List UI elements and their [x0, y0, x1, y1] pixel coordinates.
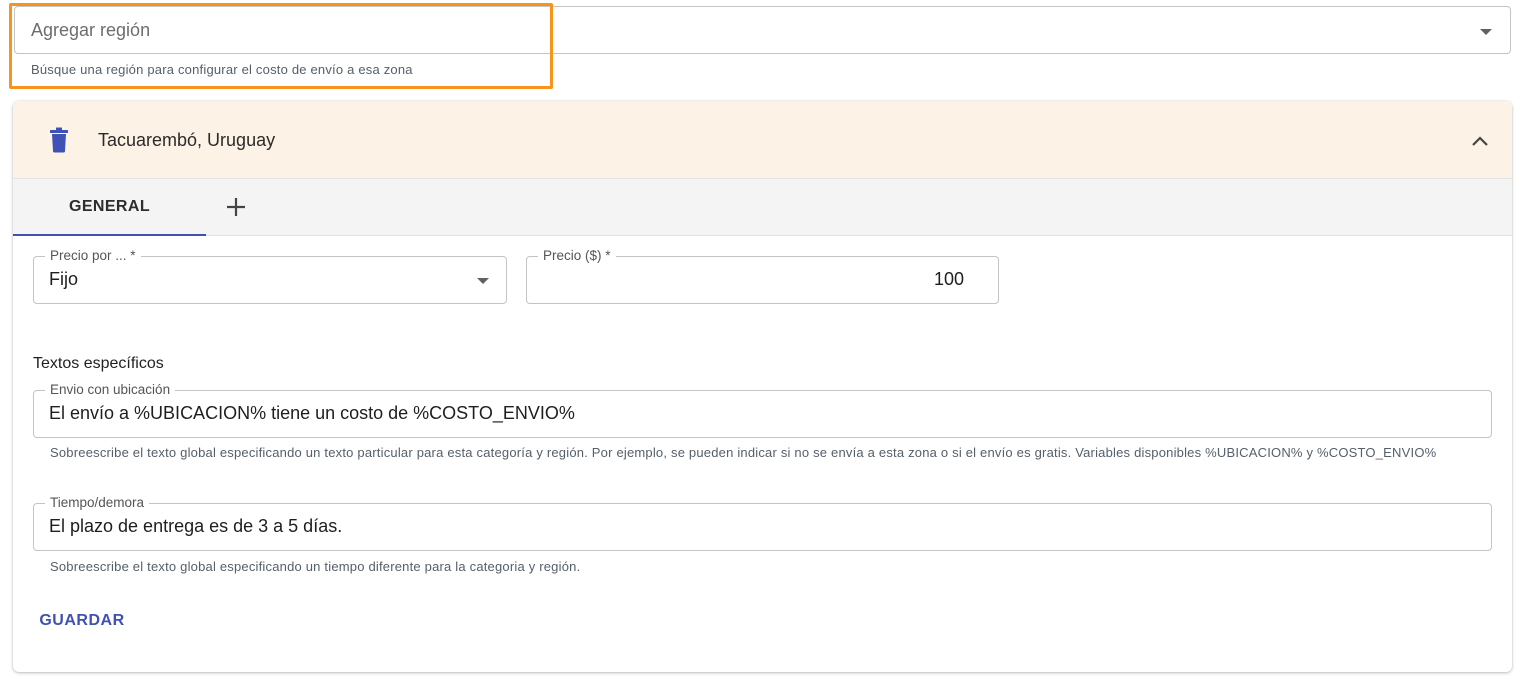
tiempo-demora-value: El plazo de entrega es de 3 a 5 días.	[49, 516, 343, 536]
tiempo-demora-helper: Sobreescribe el texto global especifican…	[50, 559, 581, 574]
tabs-bar: GENERAL	[13, 179, 1512, 236]
precio-por-label: Precio por ... *	[45, 248, 141, 263]
envio-ubicacion-input[interactable]: Envio con ubicación El envío a %UBICACIO…	[33, 382, 1492, 438]
region-panel-title: Tacuarembó, Uruguay	[98, 130, 276, 150]
section-title: Textos específicos	[33, 355, 164, 372]
envio-ubicacion-label: Envio con ubicación	[45, 382, 176, 397]
envio-ubicacion-value: El envío a %UBICACION% tiene un costo de…	[49, 403, 575, 423]
precio-input[interactable]: Precio ($) * 100	[526, 248, 999, 304]
precio-por-select[interactable]: Precio por ... * Fijo	[33, 248, 507, 304]
region-panel-header[interactable]: Tacuarembó, Uruguay	[13, 101, 1512, 179]
precio-value: 100	[933, 269, 964, 289]
tiempo-demora-label: Tiempo/demora	[45, 495, 150, 510]
envio-ubicacion-helper: Sobreescribe el texto global especifican…	[50, 445, 1437, 460]
region-search-hint: Búsque una región para configurar el cos…	[31, 62, 413, 77]
save-button[interactable]: GUARDAR	[33, 605, 131, 637]
tab-general[interactable]: GENERAL	[13, 179, 206, 236]
precio-por-value: Fijo	[49, 269, 79, 289]
plus-icon[interactable]	[223, 194, 249, 220]
dropdown-arrow-icon[interactable]	[1480, 29, 1492, 35]
dropdown-arrow-icon[interactable]	[477, 278, 489, 284]
chevron-up-icon[interactable]	[1470, 131, 1490, 151]
region-search-input[interactable]: Agregar región	[14, 6, 1511, 54]
region-panel: Tacuarembó, Uruguay GENERAL Precio por .…	[13, 101, 1512, 672]
tiempo-demora-input[interactable]: Tiempo/demora El plazo de entrega es de …	[33, 495, 1492, 551]
trash-icon[interactable]	[47, 127, 71, 153]
region-search-placeholder: Agregar región	[31, 20, 151, 40]
precio-label: Precio ($) *	[538, 248, 616, 263]
